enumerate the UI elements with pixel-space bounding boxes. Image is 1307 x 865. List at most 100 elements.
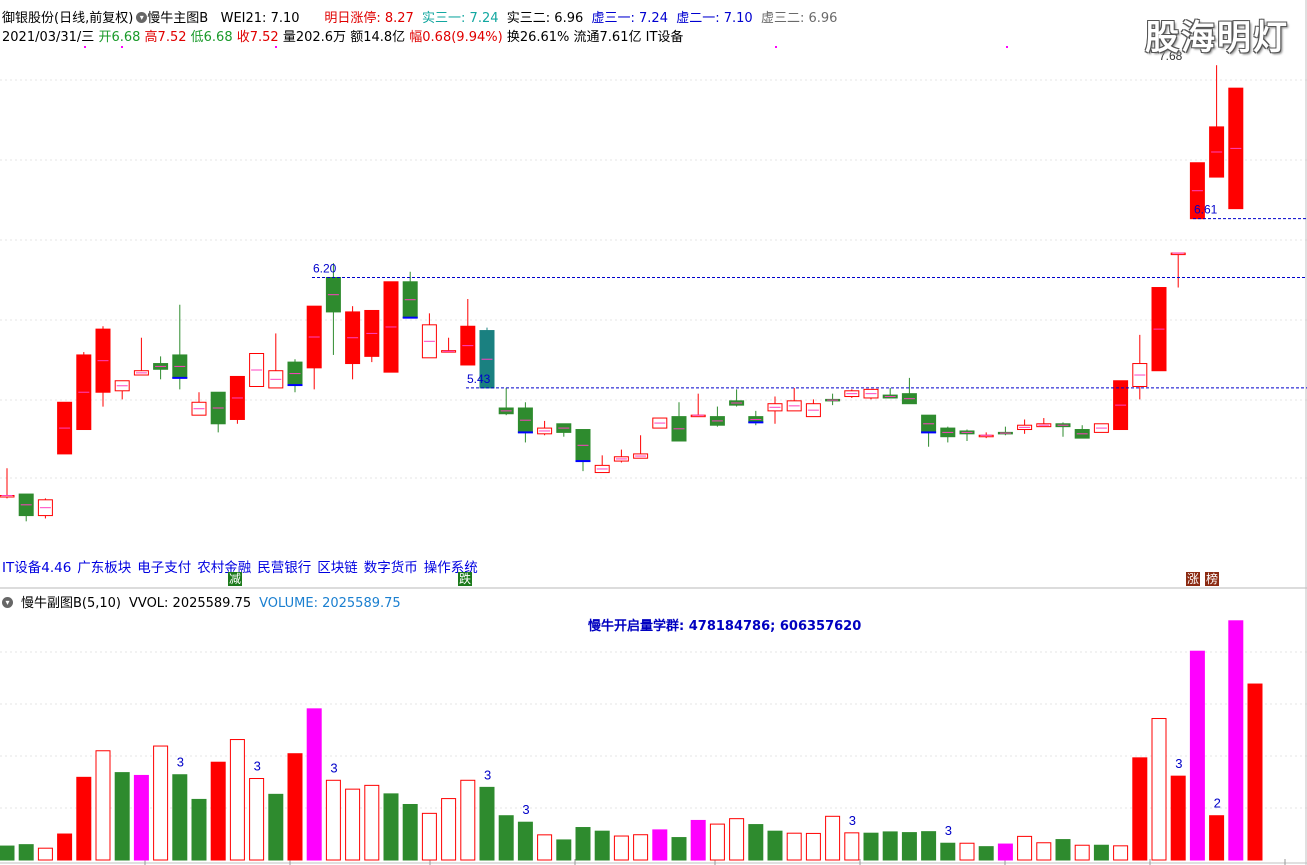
volume-bar: [882, 831, 898, 861]
quote-float: 流通7.61亿: [573, 30, 642, 45]
volume-bar: [95, 750, 111, 861]
volume-marker-label: 2: [1214, 796, 1221, 811]
volume-bar: [287, 753, 303, 861]
signal-jian-badge: 减: [228, 572, 243, 586]
volume-bar: [1132, 757, 1148, 861]
volume-bar: [1170, 775, 1186, 861]
volume-bar: [210, 761, 226, 861]
concept-item[interactable]: 农村金融: [197, 560, 251, 576]
quote-change: 幅0.68(9.94%): [409, 30, 503, 45]
volume-bar: [633, 834, 649, 861]
volume-bar: [229, 739, 245, 861]
marker-dot: [275, 46, 277, 48]
main-indicator-name[interactable]: 慢牛主图B: [147, 11, 208, 26]
dropdown-icon[interactable]: ▾: [136, 12, 148, 23]
real31-value: 实三一: 7.24: [422, 11, 499, 26]
sub-indicator-header: ▾ 慢牛副图B(5,10) VVOL: 2025589.75 VOLUME: 2025…: [2, 592, 409, 611]
volume-bar: [1189, 650, 1205, 861]
volume-bar: [383, 793, 399, 861]
volume-bar: [114, 772, 130, 861]
volume-value: VOLUME: 2025589.75: [259, 596, 401, 611]
volume-bar: [901, 832, 917, 861]
volume-marker-label: 3: [330, 760, 337, 775]
volume-bar: [18, 844, 34, 861]
volume-bar: [153, 745, 169, 861]
volume-bar: [498, 815, 514, 861]
virt31-value: 虚三一: 7.24: [591, 11, 668, 26]
level-label: 6.20: [313, 261, 337, 275]
volume-bar: [997, 843, 1013, 861]
quote-turnover: 换26.61%: [506, 30, 570, 45]
kline-chart[interactable]: 6.205.436.617.68 3 3 3 333332: [0, 0, 1307, 865]
volume-marker-label: 3: [945, 823, 952, 838]
quote-low: 低6.68: [190, 30, 233, 45]
volume-bar: [594, 830, 610, 861]
concept-list: IT设备4.46 广东板块 电子支付 农村金融 民营银行 区块链 数字货币 操作系统: [2, 556, 484, 576]
concept-item[interactable]: 数字货币: [364, 560, 418, 576]
concept-item[interactable]: IT设备4.46: [2, 560, 71, 576]
volume-marker-label: 3: [849, 813, 856, 828]
volume-bar: [844, 832, 860, 861]
volume-bar: [1228, 620, 1244, 861]
quote-high: 高7.52: [144, 30, 187, 45]
volume-bar: [268, 793, 284, 861]
signal-die-badge: 跌: [458, 572, 473, 586]
volume-bar: [1151, 718, 1167, 861]
volume-bar: [172, 774, 188, 861]
volume-bar: [0, 845, 15, 861]
volume-bar: [1055, 839, 1071, 861]
volume-bar: [249, 778, 265, 861]
level-label: 6.61: [1194, 203, 1218, 217]
volume-bar: [805, 832, 821, 861]
vvol-value: VVOL: 2025589.75: [129, 596, 252, 611]
volume-bar: [921, 831, 937, 861]
volume-bar: [517, 821, 533, 861]
concept-item[interactable]: 民营银行: [257, 560, 311, 576]
volume-bar: [325, 779, 341, 861]
volume-bar: [57, 833, 73, 861]
volume-bar: [1247, 683, 1263, 861]
quote-volume: 量202.6万: [282, 30, 347, 45]
volume-bar: [402, 803, 418, 861]
signal-zhang-badge: 涨: [1186, 572, 1201, 586]
volume-bar: [421, 812, 437, 861]
volume-bar: [613, 835, 629, 861]
volume-bar: [671, 837, 687, 861]
concept-item[interactable]: 广东板块: [77, 560, 131, 576]
volume-bar: [191, 798, 207, 861]
volume-bar: [709, 823, 725, 861]
volume-bar: [767, 830, 783, 861]
volume-bar: [690, 819, 706, 861]
marker-dot: [1006, 46, 1008, 48]
virt32-value: 虚三二: 6.96: [760, 11, 838, 26]
volume-bar: [1017, 835, 1033, 861]
sub-dropdown-icon[interactable]: ▾: [2, 597, 13, 608]
quote-amount: 额14.8亿: [350, 30, 406, 45]
volume-marker-label: 3: [1175, 756, 1182, 771]
volume-bar: [748, 824, 764, 861]
volume-bar: [786, 832, 802, 861]
concept-item[interactable]: 电子支付: [137, 560, 191, 576]
volume-bar: [1093, 844, 1109, 861]
volume-bar: [863, 832, 879, 861]
level-label: 5.43: [467, 372, 491, 386]
quote-header: 2021/03/31/三 开6.68 高7.52 低6.68 收7.52 量20…: [2, 26, 683, 45]
volume-marker-label: 3: [522, 802, 529, 817]
volume-marker-label: 3: [484, 767, 491, 782]
wei21-value: WEI21: 7.10: [220, 11, 300, 26]
quote-date: 2021/03/31/三: [2, 30, 95, 45]
volume-bar: [133, 774, 149, 861]
stock-title[interactable]: 御银股份(日线,前复权): [2, 11, 133, 26]
real32-value: 实三二: 6.96: [506, 11, 584, 26]
concept-item[interactable]: 区块链: [317, 560, 358, 576]
volume-bar: [345, 788, 361, 861]
volume-bar: [1113, 845, 1129, 861]
volume-marker-label: 3: [177, 755, 184, 770]
volume-bar: [978, 846, 994, 861]
volume-bar: [825, 815, 841, 861]
quote-close: 收7.52: [236, 30, 279, 45]
volume-marker-label: 3: [254, 759, 261, 774]
watermark-logo: 股海明灯: [1145, 18, 1289, 58]
sub-indicator-name[interactable]: 慢牛副图B(5,10): [21, 596, 121, 611]
quote-sector: IT设备: [645, 30, 684, 45]
